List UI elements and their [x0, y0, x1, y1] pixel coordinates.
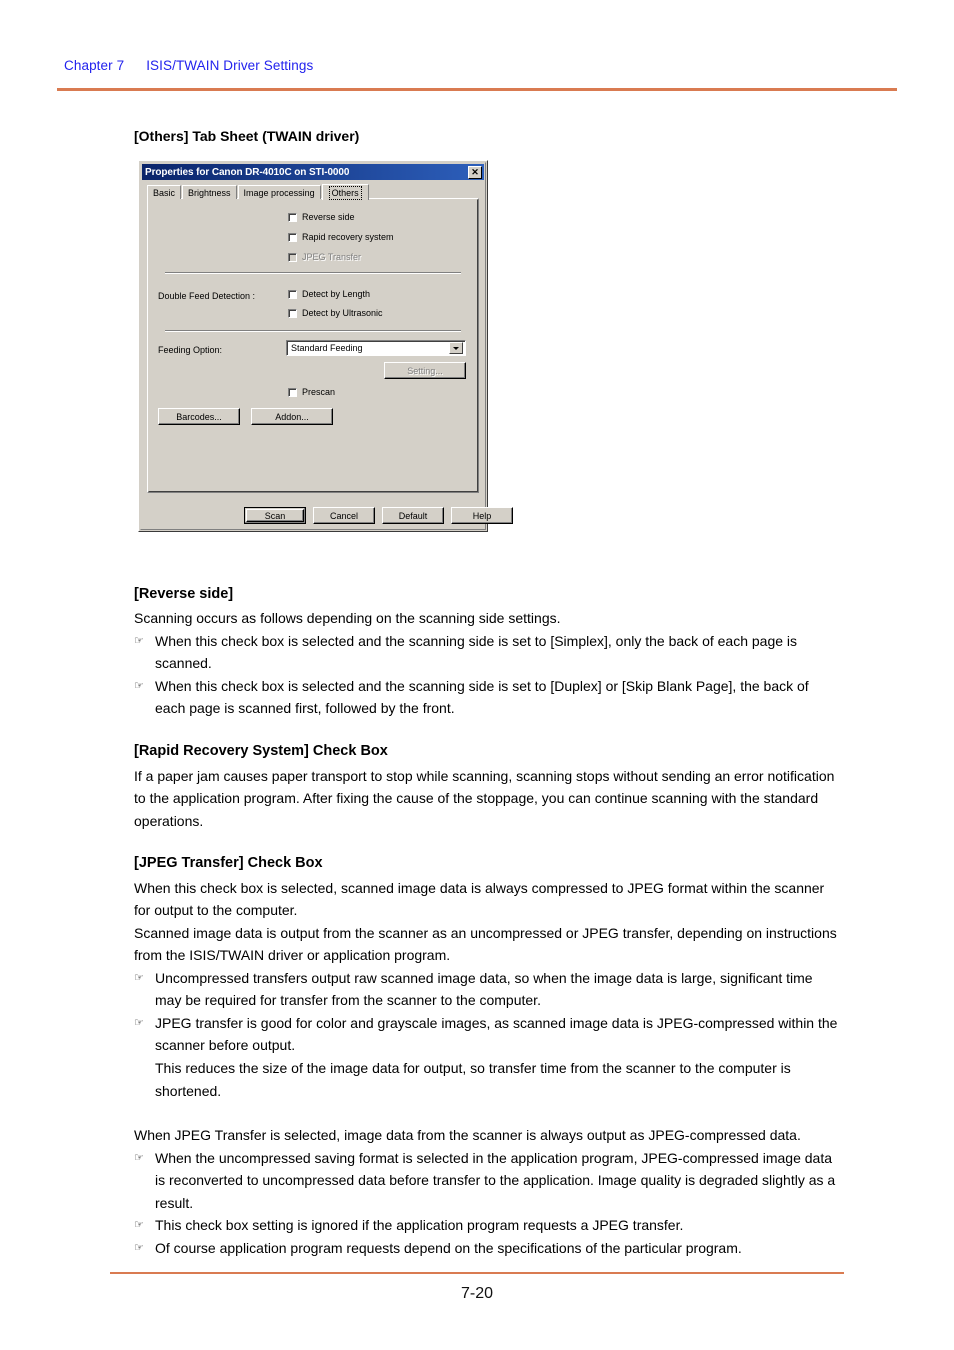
figure-caption: [Others] Tab Sheet (TWAIN driver)	[134, 128, 360, 144]
default-button-label: Default	[398, 510, 428, 521]
list-item-continuation: This reduces the size of the image data …	[155, 1059, 791, 1099]
checkbox-rapid-recovery-system[interactable]: Rapid recovery system	[288, 232, 394, 242]
checkbox-jpeg-transfer: JPEG Transfer	[288, 252, 361, 262]
properties-dialog: Properties for Canon DR-4010C on STI-000…	[138, 160, 513, 532]
checkbox-box[interactable]	[288, 308, 297, 318]
scan-button-label: Scan	[264, 510, 286, 521]
list-item: ☞ Uncompressed transfers output raw scan…	[134, 967, 840, 1012]
list-item-text: Uncompressed transfers output raw scanne…	[155, 969, 813, 1009]
list-item-text: This check box setting is ignored if the…	[155, 1217, 684, 1234]
hand-pointer-icon: ☞	[134, 1219, 144, 1232]
list-item-text: Of course application program requests d…	[155, 1239, 742, 1256]
dialog-titlebar: Properties for Canon DR-4010C on STI-000…	[142, 164, 484, 180]
help-button-label: Help	[472, 510, 492, 521]
page-header: Chapter 7 ISIS/TWAIN Driver Settings	[0, 0, 954, 92]
jpeg-transfer-followup-paragraph: When JPEG Transfer is selected, image da…	[134, 1127, 801, 1144]
help-button[interactable]: Help	[451, 507, 513, 524]
checkbox-prescan-label: Prescan	[302, 387, 336, 397]
header-rule	[57, 88, 897, 91]
bullet-list-reverse-side: ☞ When this check box is selected and th…	[134, 630, 840, 720]
section-intro-reverse-side: Scanning occurs as follows depending on …	[134, 610, 561, 627]
cancel-button-label: Cancel	[329, 510, 358, 521]
section-intro-rapid-recovery: If a paper jam causes paper transport to…	[134, 767, 835, 829]
figure-twain-others-dialog: Properties for Canon DR-4010C on STI-000…	[138, 160, 513, 532]
checkbox-box	[288, 252, 297, 262]
list-item-text: JPEG transfer is good for color and gray…	[155, 1014, 838, 1054]
separator-1	[165, 272, 461, 274]
tab-others[interactable]: Others	[321, 184, 369, 200]
bullet-list-jpeg-transfer: ☞ Uncompressed transfers output raw scan…	[134, 967, 840, 1102]
list-item: ☞ When the uncompressed saving format is…	[134, 1147, 840, 1215]
section-heading-rapid-recovery: [Rapid Recovery System] Check Box	[134, 743, 388, 760]
checkbox-jpeg-transfer-label: JPEG Transfer	[302, 252, 362, 262]
label-double-feed-detection: Double Feed Detection :	[158, 291, 256, 301]
close-icon[interactable]: ✕	[468, 165, 482, 179]
tab-basic[interactable]: Basic	[147, 185, 182, 199]
checkbox-reverse-side[interactable]: Reverse side	[288, 212, 355, 222]
checkbox-detect-by-length-label: Detect by Length	[302, 289, 371, 299]
hand-pointer-icon: ☞	[134, 971, 144, 984]
list-item-text: When this check box is selected and the …	[155, 677, 809, 717]
list-item-text: When the uncompressed saving format is s…	[155, 1149, 836, 1211]
hand-pointer-icon: ☞	[134, 1241, 144, 1254]
tab-image-processing[interactable]: Image processing	[237, 185, 321, 199]
tab-others-label: Others	[328, 186, 362, 200]
chevron-down-icon[interactable]	[449, 342, 463, 354]
hand-pointer-icon: ☞	[134, 1151, 144, 1164]
list-item: ☞ When this check box is selected and th…	[134, 675, 840, 720]
list-item: ☞ When this check box is selected and th…	[134, 630, 840, 675]
checkbox-rapid-recovery-system-label: Rapid recovery system	[302, 232, 394, 242]
default-button[interactable]: Default	[382, 507, 444, 524]
checkbox-box[interactable]	[288, 232, 297, 242]
checkbox-detect-by-ultrasonic-label: Detect by Ultrasonic	[302, 308, 383, 318]
checkbox-detect-by-length[interactable]: Detect by Length	[288, 289, 370, 299]
barcodes-button[interactable]: Barcodes...	[158, 408, 240, 425]
dialog-tabpage-others: Reverse side Rapid recovery system JPEG …	[147, 198, 479, 493]
feeding-option-select[interactable]: Standard Feeding	[286, 340, 466, 356]
running-head: Chapter 7 ISIS/TWAIN Driver Settings	[64, 58, 313, 73]
setting-button-label: Setting...	[407, 365, 443, 376]
page-number: 7-20	[460, 1285, 494, 1302]
dialog-title: Properties for Canon DR-4010C on STI-000…	[145, 166, 350, 178]
checkbox-box[interactable]	[288, 212, 297, 222]
hand-pointer-icon: ☞	[134, 1016, 144, 1029]
hand-pointer-icon: ☞	[134, 634, 144, 647]
section-intro2-jpeg-transfer: Scanned image data is output from the sc…	[134, 924, 837, 964]
running-head-title: ISIS/TWAIN Driver Settings	[146, 58, 314, 73]
checkbox-prescan[interactable]: Prescan	[288, 387, 335, 397]
bullet-list-jpeg-transfer-2: ☞ When the uncompressed saving format is…	[134, 1147, 840, 1260]
checkbox-reverse-side-label: Reverse side	[302, 212, 355, 222]
setting-button: Setting...	[384, 362, 466, 379]
checkbox-box[interactable]	[288, 387, 297, 397]
dialog-tabstrip: Basic Brightness Image processing Others	[147, 184, 479, 200]
barcodes-button-label: Barcodes...	[176, 411, 222, 422]
cancel-button[interactable]: Cancel	[313, 507, 375, 524]
addon-button[interactable]: Addon...	[251, 408, 333, 425]
list-item-text: When this check box is selected and the …	[155, 632, 798, 672]
hand-pointer-icon: ☞	[134, 679, 144, 692]
footer-rule	[110, 1272, 844, 1274]
list-item: ☞ JPEG transfer is good for color and gr…	[134, 1012, 840, 1102]
running-head-chapter: Chapter 7	[64, 58, 125, 73]
section-intro-jpeg-transfer: When this check box is selected, scanned…	[134, 879, 825, 919]
list-item: ☞ This check box setting is ignored if t…	[134, 1214, 840, 1237]
section-heading-jpeg-transfer: [JPEG Transfer] Check Box	[134, 855, 323, 872]
dialog-button-bar: Scan Cancel Default Help	[147, 507, 513, 526]
addon-button-label: Addon...	[275, 411, 309, 422]
label-feeding-option: Feeding Option:	[158, 345, 223, 355]
list-item: ☞ Of course application program requests…	[134, 1237, 840, 1260]
section-heading-reverse-side: [Reverse side]	[134, 585, 234, 602]
scan-button[interactable]: Scan	[244, 507, 306, 524]
tab-brightness[interactable]: Brightness	[182, 185, 237, 199]
feeding-option-value: Standard Feeding	[291, 343, 363, 353]
separator-2	[165, 330, 461, 332]
checkbox-detect-by-ultrasonic[interactable]: Detect by Ultrasonic	[288, 308, 383, 318]
checkbox-box[interactable]	[288, 289, 297, 299]
